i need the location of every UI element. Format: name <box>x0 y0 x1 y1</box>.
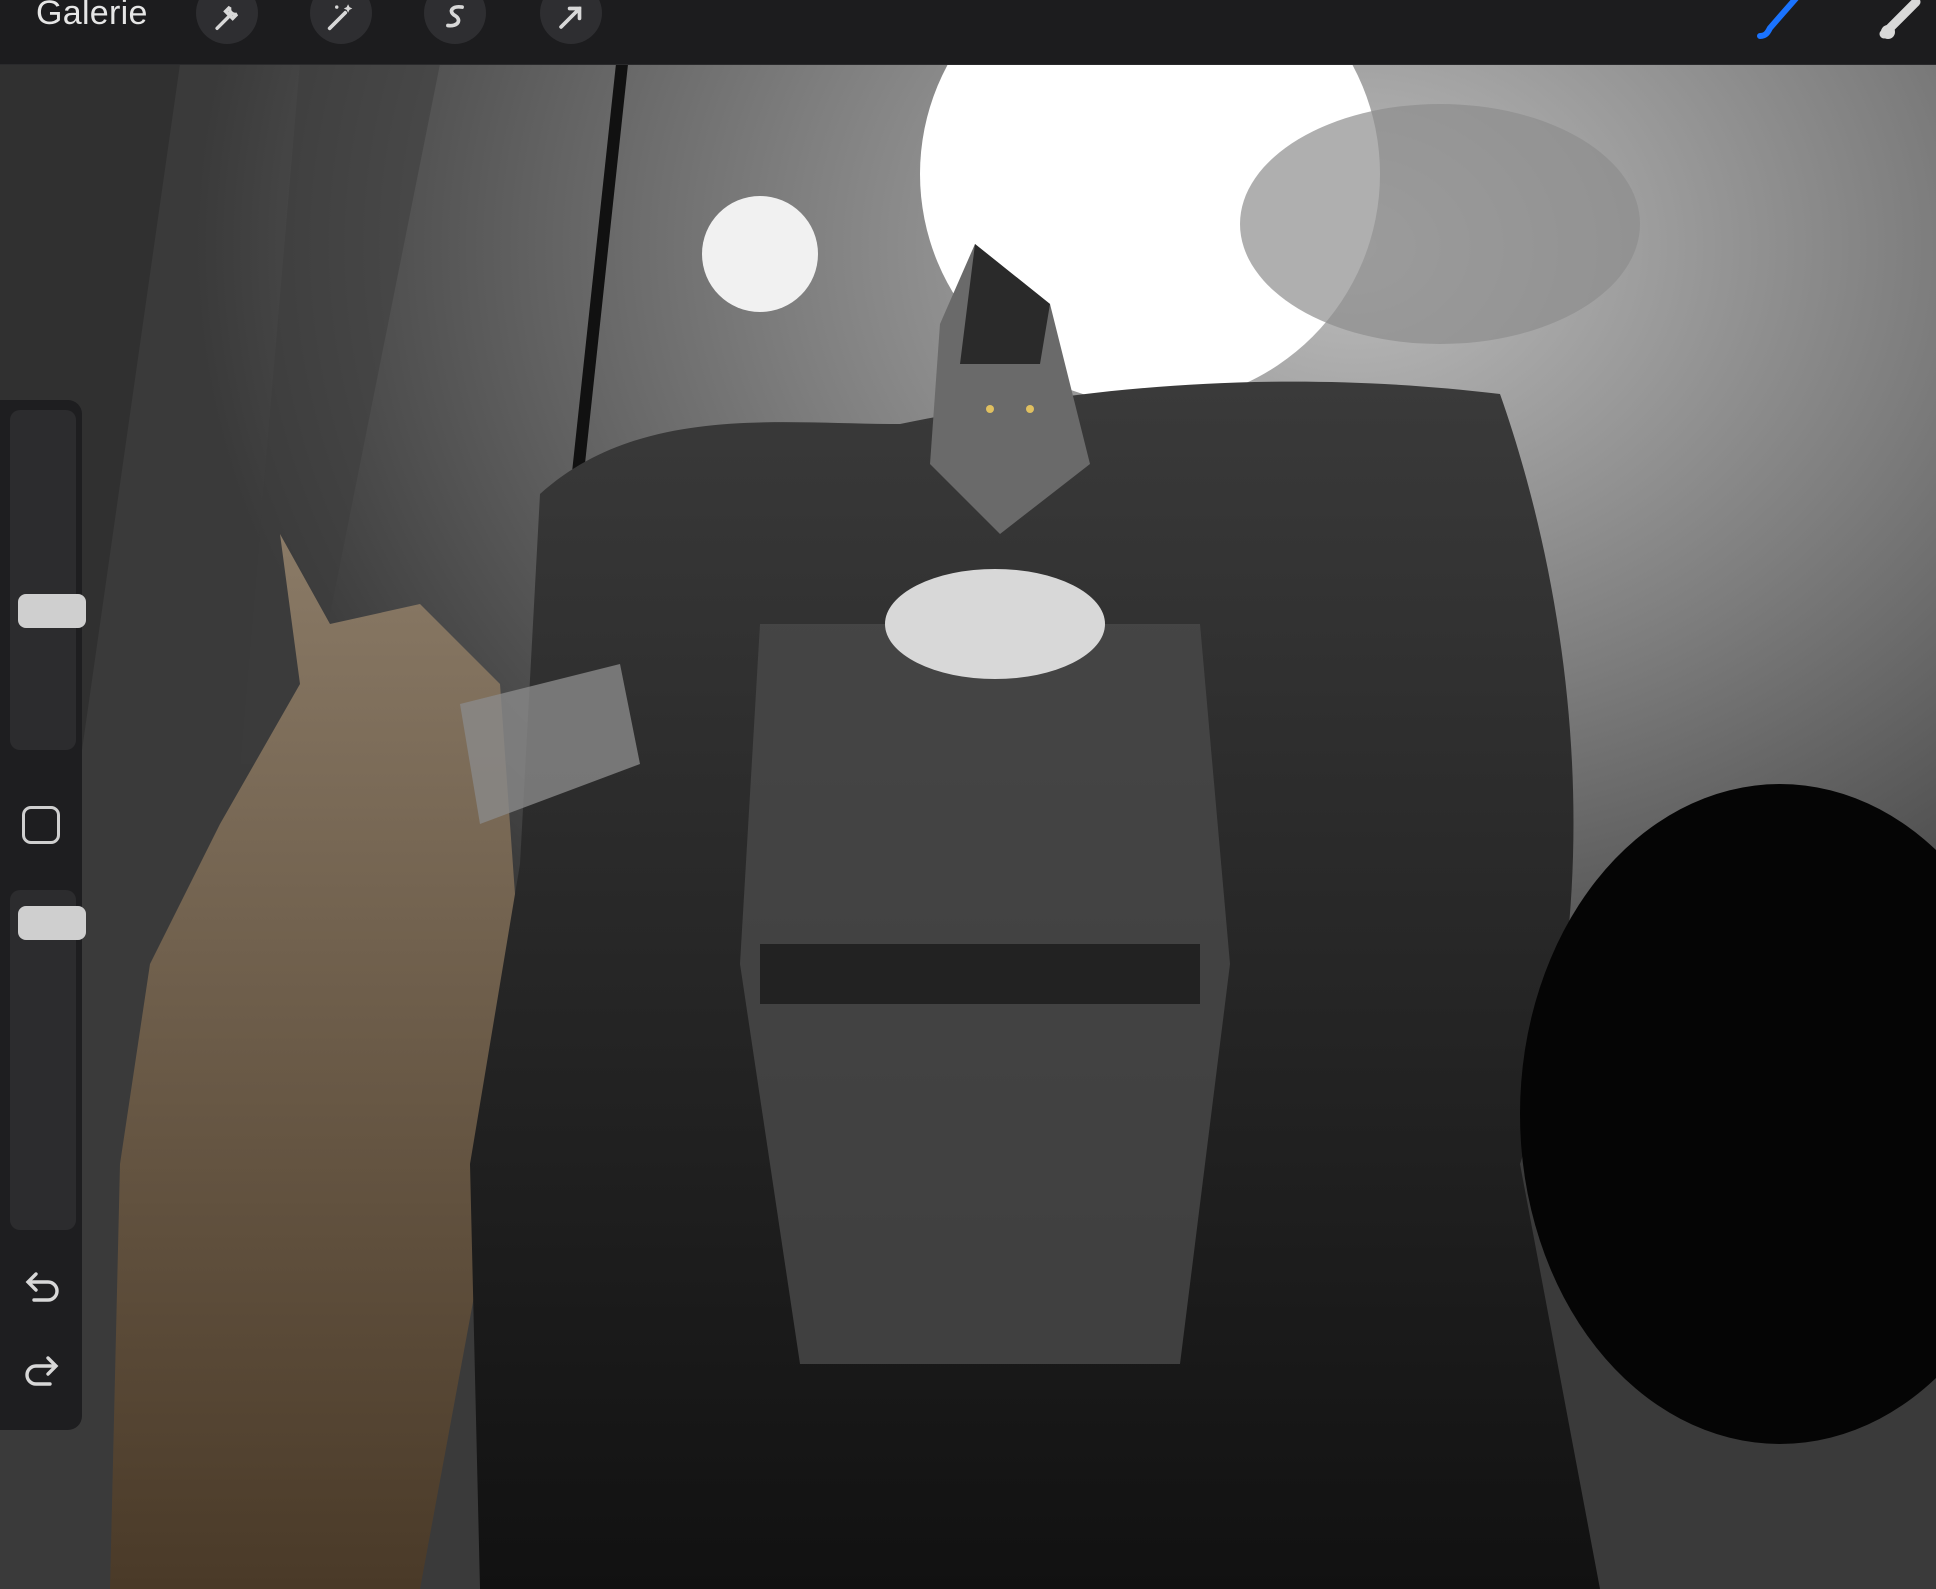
actions-button[interactable] <box>196 0 258 44</box>
redo-button[interactable] <box>20 1354 64 1394</box>
transform-button[interactable] <box>540 0 602 44</box>
drawing-canvas[interactable] <box>0 64 1936 1589</box>
adjustments-button[interactable] <box>310 0 372 44</box>
artwork <box>0 64 1936 1589</box>
smudge-icon <box>1876 0 1936 46</box>
magic-wand-icon <box>324 0 358 39</box>
undo-icon <box>20 1272 64 1314</box>
brush-button[interactable] <box>1752 0 1816 42</box>
brush-icon <box>1752 0 1816 46</box>
sidebar <box>0 400 86 1430</box>
opacity-slider[interactable] <box>10 890 86 1230</box>
brush-size-slider[interactable] <box>10 410 86 750</box>
brush-size-thumb[interactable] <box>18 594 86 628</box>
arrow-cursor-icon <box>554 0 588 39</box>
undo-button[interactable] <box>20 1270 64 1310</box>
gallery-button[interactable]: Galerie <box>36 0 148 34</box>
selection-s-icon <box>438 0 472 39</box>
top-toolbar: Galerie <box>0 0 1936 65</box>
smudge-button[interactable] <box>1876 0 1936 42</box>
selection-button[interactable] <box>424 0 486 44</box>
redo-icon <box>20 1356 64 1398</box>
modify-button[interactable] <box>22 806 60 844</box>
opacity-thumb[interactable] <box>18 906 86 940</box>
wrench-icon <box>210 0 244 39</box>
